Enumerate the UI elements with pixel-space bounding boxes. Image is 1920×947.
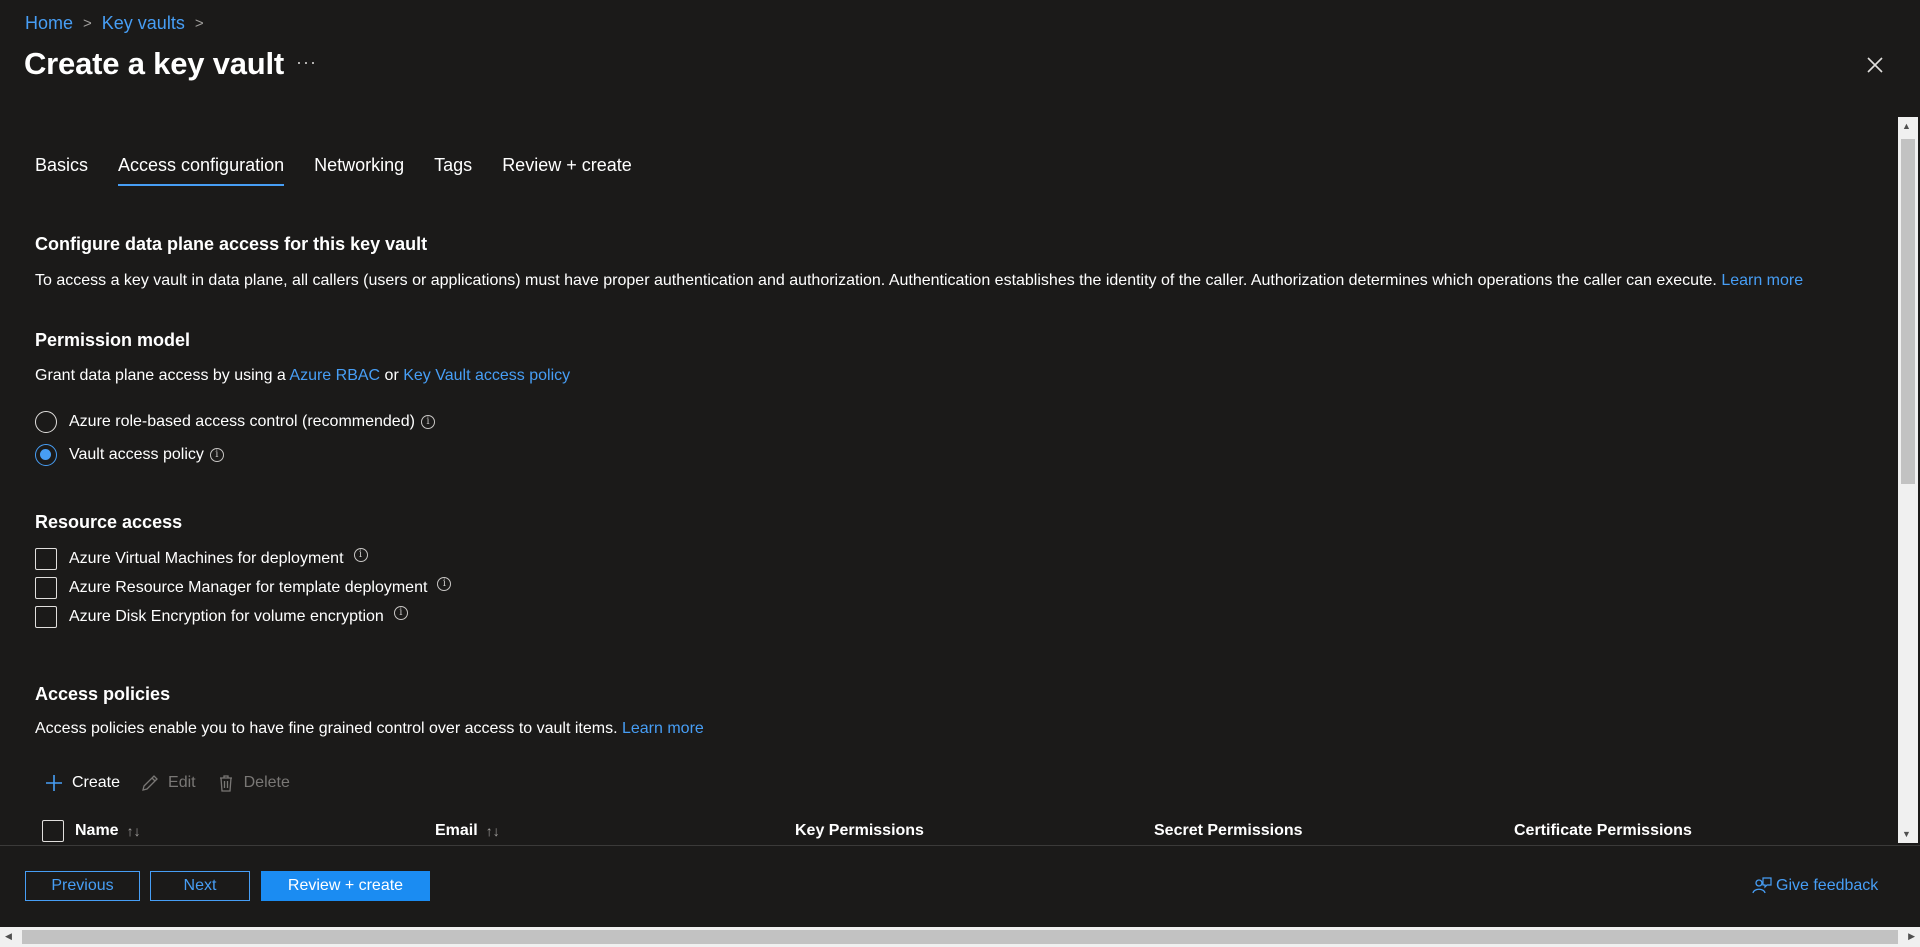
delete-button[interactable]: Delete — [216, 773, 290, 793]
column-name-label: Name — [75, 822, 119, 839]
trash-icon — [219, 775, 232, 792]
access-policies-description: Access policies enable you to have fine … — [35, 720, 704, 738]
tab-review-create[interactable]: Review + create — [502, 155, 632, 186]
radio-rbac[interactable] — [35, 411, 57, 433]
feedback-icon — [1752, 877, 1772, 894]
data-plane-heading: Configure data plane access for this key… — [35, 234, 428, 254]
give-feedback-link[interactable]: Give feedback — [1752, 876, 1878, 896]
access-policies-toolbar: Create Edit Delete — [44, 773, 310, 793]
checkbox-row-arm-deployment[interactable]: Azure Resource Manager for template depl… — [35, 577, 452, 599]
column-header-name[interactable]: Name ↑↓ — [75, 822, 141, 840]
access-policies-description-text: Access policies enable you to have fine … — [35, 720, 618, 737]
tab-access-configuration[interactable]: Access configuration — [118, 155, 285, 186]
column-header-certificate-permissions: Certificate Permissions — [1514, 822, 1692, 840]
access-policies-table-header: Name ↑↓ Email ↑↓ Key Permissions Secret … — [42, 820, 1882, 844]
grant-prefix: Grant data plane access by using a — [35, 367, 286, 384]
data-plane-description: To access a key vault in data plane, all… — [35, 272, 1803, 290]
breadcrumb-separator: > — [83, 15, 92, 32]
select-all-checkbox[interactable] — [42, 820, 64, 842]
azure-rbac-link[interactable]: Azure RBAC — [289, 367, 380, 384]
access-policies-learn-more-link[interactable]: Learn more — [622, 720, 704, 737]
close-icon[interactable] — [1864, 54, 1886, 76]
delete-label: Delete — [243, 774, 290, 791]
key-vault-access-policy-link[interactable]: Key Vault access policy — [403, 367, 570, 384]
column-certificate-permissions-label: Certificate Permissions — [1514, 822, 1692, 839]
radio-option-vault-access-policy[interactable]: Vault access policy i — [35, 444, 224, 466]
breadcrumb-key-vaults[interactable]: Key vaults — [102, 13, 185, 34]
checkbox-disk-encryption[interactable] — [35, 606, 57, 628]
previous-button[interactable]: Previous — [25, 871, 140, 901]
horizontal-scrollbar-thumb[interactable] — [22, 930, 1898, 944]
column-email-label: Email — [435, 822, 478, 839]
column-header-secret-permissions: Secret Permissions — [1154, 822, 1303, 840]
checkbox-arm-deployment[interactable] — [35, 577, 57, 599]
info-icon[interactable]: i — [353, 548, 368, 562]
checkbox-vm-deployment[interactable] — [35, 548, 57, 570]
info-icon[interactable]: i — [420, 415, 435, 429]
permission-model-heading: Permission model — [35, 330, 191, 350]
more-options-button[interactable]: ··· — [296, 52, 317, 73]
checkbox-vm-deployment-label: Azure Virtual Machines for deployment — [69, 550, 344, 567]
radio-vault-access-policy[interactable] — [35, 444, 57, 466]
column-header-key-permissions: Key Permissions — [795, 822, 924, 840]
give-feedback-label: Give feedback — [1776, 877, 1879, 894]
data-plane-learn-more-link[interactable]: Learn more — [1721, 272, 1803, 289]
info-icon[interactable]: i — [393, 606, 408, 620]
edit-button[interactable]: Edit — [140, 773, 196, 793]
resource-access-heading: Resource access — [35, 512, 183, 532]
radio-option-azure-rbac[interactable]: Azure role-based access control (recomme… — [35, 411, 435, 433]
tab-tags[interactable]: Tags — [434, 155, 472, 186]
scroll-right-arrow-icon[interactable]: ▶ — [1908, 931, 1915, 942]
permission-model-grant-text: Grant data plane access by using a Azure… — [35, 367, 570, 385]
tab-networking[interactable]: Networking — [314, 155, 404, 186]
scroll-left-arrow-icon[interactable]: ◀ — [5, 931, 12, 942]
blade-content: Basics Access configuration Networking T… — [0, 100, 1898, 844]
scroll-down-arrow-icon[interactable]: ▼ — [1902, 829, 1911, 839]
data-plane-description-text: To access a key vault in data plane, all… — [35, 272, 1717, 289]
checkbox-row-disk-encryption[interactable]: Azure Disk Encryption for volume encrypt… — [35, 606, 408, 628]
breadcrumb-home[interactable]: Home — [25, 13, 73, 34]
scroll-up-arrow-icon[interactable]: ▲ — [1902, 121, 1911, 131]
create-button[interactable]: Create — [44, 773, 120, 793]
info-icon[interactable]: i — [437, 577, 452, 591]
tab-bar: Basics Access configuration Networking T… — [35, 155, 662, 186]
column-secret-permissions-label: Secret Permissions — [1154, 822, 1303, 839]
breadcrumb: Home > Key vaults > — [25, 13, 214, 34]
plus-icon — [46, 775, 62, 791]
checkbox-disk-encryption-label: Azure Disk Encryption for volume encrypt… — [69, 608, 384, 625]
breadcrumb-separator: > — [194, 15, 204, 32]
blade-footer: Previous Next Review + create Give feedb… — [0, 845, 1920, 927]
radio-vault-access-policy-label: Vault access policy — [69, 446, 204, 463]
page-title: Create a key vault — [24, 46, 285, 81]
tab-basics[interactable]: Basics — [35, 155, 88, 186]
edit-label: Edit — [168, 774, 196, 791]
vertical-scrollbar-thumb[interactable] — [1901, 139, 1915, 484]
column-key-permissions-label: Key Permissions — [795, 822, 924, 839]
create-label: Create — [72, 774, 121, 791]
column-header-email[interactable]: Email ↑↓ — [435, 822, 500, 840]
pencil-icon — [142, 775, 158, 791]
review-create-button[interactable]: Review + create — [261, 871, 430, 901]
vertical-scrollbar[interactable]: ▲ ▼ — [1898, 117, 1918, 843]
next-button[interactable]: Next — [150, 871, 250, 901]
sort-icon[interactable]: ↑↓ — [127, 823, 141, 839]
horizontal-scrollbar[interactable]: ◀ ▶ — [0, 927, 1920, 947]
create-key-vault-blade: Home > Key vaults > Create a key vault ·… — [0, 0, 1920, 947]
access-policies-heading: Access policies — [35, 684, 171, 704]
checkbox-row-vm-deployment[interactable]: Azure Virtual Machines for deployment i — [35, 548, 368, 570]
radio-rbac-label: Azure role-based access control (recomme… — [69, 413, 415, 430]
checkbox-arm-deployment-label: Azure Resource Manager for template depl… — [69, 579, 428, 596]
grant-or: or — [384, 367, 399, 384]
info-icon[interactable]: i — [209, 448, 224, 462]
sort-icon[interactable]: ↑↓ — [486, 823, 500, 839]
